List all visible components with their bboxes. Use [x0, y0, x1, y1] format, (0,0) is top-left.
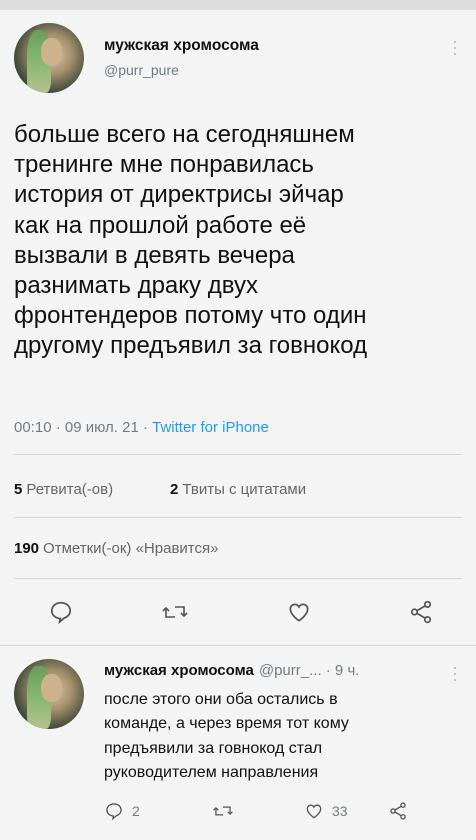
reply-line: предъявили за говнокод стал — [104, 739, 323, 757]
quotes-label: Твиты с цитатами — [182, 481, 307, 498]
top-edge — [0, 0, 476, 10]
divider — [0, 645, 476, 646]
share-icon — [390, 802, 406, 820]
reply-icon — [106, 803, 122, 821]
reply-retweet-button[interactable] — [212, 801, 234, 821]
likes-stat[interactable]: 190 Отметки(-ок) «Нравится» — [14, 540, 218, 557]
tweet-line: вызвали в девять вечера — [14, 241, 295, 269]
source-link[interactable]: Twitter for iPhone — [152, 419, 269, 436]
retweet-button[interactable] — [156, 597, 194, 627]
quotes-count: 2 — [170, 481, 179, 498]
reply-author-avatar[interactable] — [14, 659, 84, 729]
reply-line: после этого они оба остались в — [104, 691, 338, 708]
reply-like-button[interactable]: 33 — [304, 801, 348, 821]
timestamp-text: 00:10 · 09 июл. 21 · — [14, 419, 153, 436]
reply-button[interactable] — [44, 597, 78, 627]
tweet-line: как на прошлой работе её — [14, 211, 307, 239]
more-icon[interactable]: · · · — [452, 658, 458, 688]
divider — [14, 454, 462, 455]
author-avatar[interactable] — [14, 23, 84, 93]
reply-icon — [50, 601, 72, 625]
tweet-line: тренинге мне понравилась — [14, 151, 314, 179]
likes-count: 190 — [14, 540, 40, 557]
author-handle[interactable]: @purr_pure — [104, 62, 179, 78]
likes-label: Отметки(-ок) «Нравится» — [43, 540, 219, 557]
author-name[interactable]: мужская хромосома — [104, 37, 259, 55]
tweet-line: история от директрисы эйчар — [14, 181, 344, 209]
share-icon — [410, 600, 432, 624]
like-icon — [306, 804, 322, 819]
reply-count: 2 — [132, 803, 140, 819]
tweet-text: больше всего на сегодняшнем тренинге мне… — [14, 120, 469, 362]
tweet-line: фронтендеров потому что один — [14, 302, 367, 330]
quotes-stat[interactable]: 2 Твиты с цитатами — [170, 481, 306, 498]
reply-reply-button[interactable]: 2 — [104, 801, 140, 821]
like-count: 33 — [332, 803, 348, 819]
tweet-timestamp: 00:10 · 09 июл. 21 · Twitter for iPhone — [14, 419, 269, 436]
tweet-line: разнимать драку двух — [14, 272, 258, 300]
retweet-icon — [213, 806, 233, 816]
reply-header[interactable]: мужская хромосома @purr_... · 9 ч. — [104, 662, 359, 679]
reply-author-name: мужская хромосома — [104, 662, 254, 679]
retweet-icon — [162, 606, 188, 618]
reply-handle-time: @purr_... · 9 ч. — [258, 662, 360, 679]
divider — [14, 517, 462, 518]
more-icon[interactable]: · · · — [452, 32, 458, 62]
reply-line: руководителем направления — [104, 764, 319, 782]
like-icon — [289, 603, 309, 622]
divider — [14, 578, 462, 579]
retweets-label: Ретвита(-ов) — [26, 481, 114, 498]
reply-text: после этого они оба остались в команде, … — [104, 688, 454, 786]
tweet-line: больше всего на сегодняшнем — [14, 121, 355, 148]
retweets-count: 5 — [14, 481, 23, 498]
reply-share-button[interactable] — [388, 801, 408, 821]
share-button[interactable] — [404, 597, 438, 627]
retweets-stat[interactable]: 5 Ретвита(-ов) — [14, 481, 113, 498]
tweet-line: другому предъявил за говнокод — [14, 332, 368, 360]
like-button[interactable] — [282, 597, 316, 627]
reply-line: команде, а через время тот кому — [104, 715, 349, 733]
